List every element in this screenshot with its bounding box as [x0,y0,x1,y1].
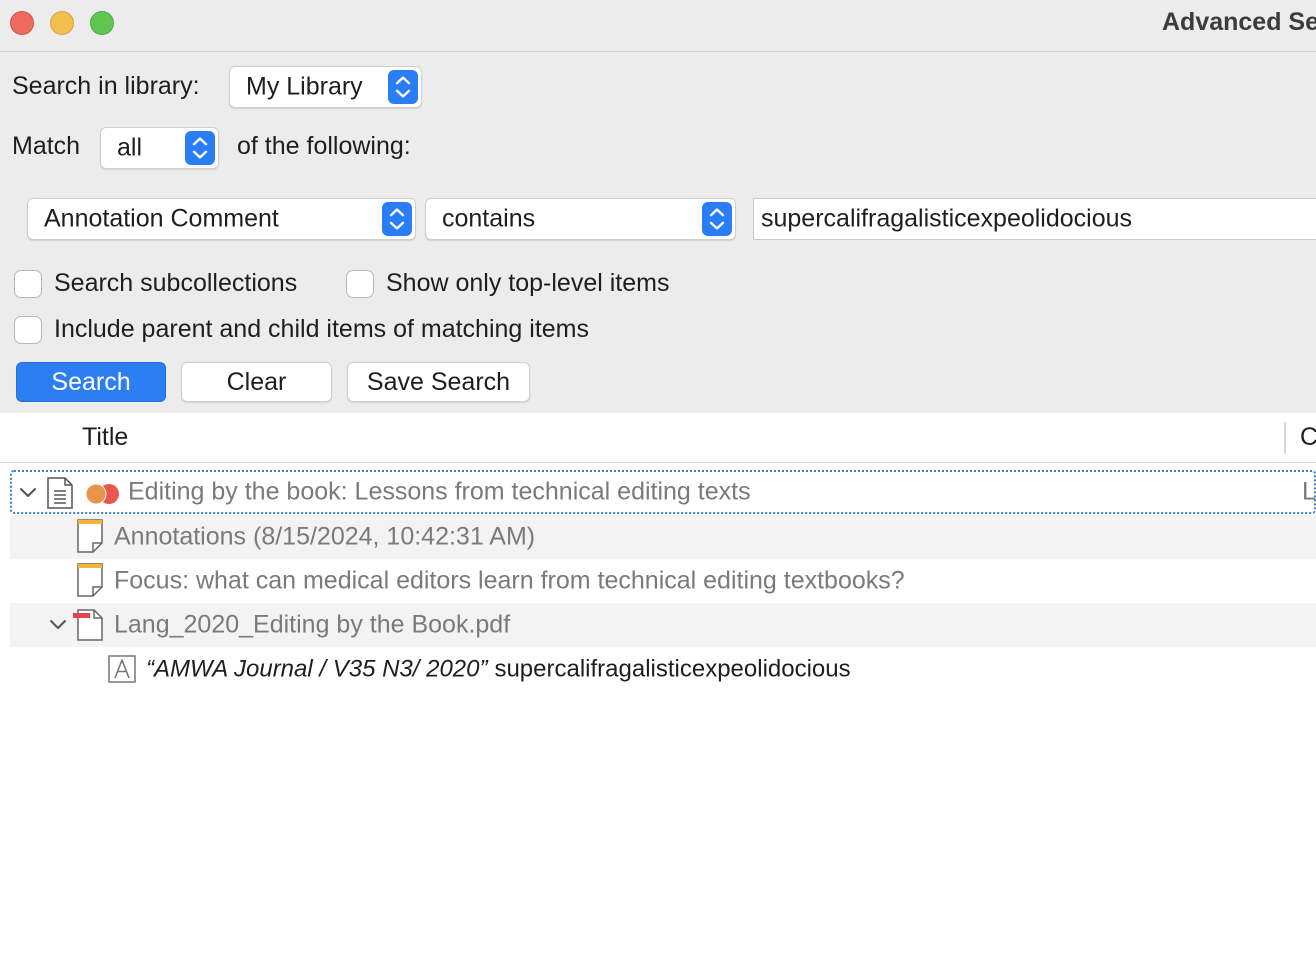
chevron-up-down-icon [382,202,412,236]
following-label: of the following: [237,132,411,160]
library-label: Search in library: [12,72,200,100]
search-panel: Search in library: My Library Match all … [0,52,1316,413]
colored-tags-icon [85,483,119,505]
row-title: Focus: what can medical editors learn fr… [114,566,905,595]
condition-value-input[interactable]: supercalifragalisticexpeolidocious [753,198,1316,240]
annotation-text: “AMWA Journal / V35 N3/ 2020” supercalif… [146,655,851,684]
include-parent-child-checkbox[interactable] [14,316,42,344]
title-column-header[interactable]: Title [82,423,128,452]
show-top-level-label[interactable]: Show only top-level items [386,269,669,298]
pdf-attachment-icon [73,609,103,641]
search-subcollections-checkbox[interactable] [14,270,42,298]
library-select-value: My Library [246,72,363,101]
search-button[interactable]: Search [16,362,166,402]
clear-button[interactable]: Clear [181,362,332,402]
close-icon[interactable] [10,11,34,35]
results-list: Title C Editing by the book: Lessons fro… [0,413,1316,970]
window-title: Advanced Se [1162,8,1316,36]
table-row-annotation[interactable]: “AMWA Journal / V35 N3/ 2020” supercalif… [10,647,1316,691]
match-select-value: all [117,133,143,162]
table-row-attachment[interactable]: Lang_2020_Editing by the Book.pdf [10,603,1316,647]
chevron-up-down-icon [388,70,418,104]
table-row-note[interactable]: Annotations (8/15/2024, 10:42:31 AM) [10,515,1316,559]
table-row-note[interactable]: Focus: what can medical editors learn fr… [10,559,1316,603]
document-icon [47,477,73,509]
chevron-down-icon[interactable] [48,617,68,633]
condition-field-value: Annotation Comment [44,204,279,233]
note-icon [77,519,103,553]
match-label: Match [12,132,81,160]
search-subcollections-label[interactable]: Search subcollections [54,269,297,298]
chevron-down-icon[interactable] [18,485,38,501]
library-select[interactable]: My Library [229,66,422,108]
chevron-up-down-icon [702,202,732,236]
row-extra-column: L [1302,477,1316,506]
note-icon [77,563,103,597]
next-column-header[interactable]: C [1300,423,1316,452]
annotation-comment: supercalifragalisticexpeolidocious [494,655,851,683]
condition-value-text: supercalifragalisticexpeolidocious [761,204,1133,233]
minimize-icon[interactable] [50,11,74,35]
save-search-button[interactable]: Save Search [347,362,530,402]
table-row-parent-item[interactable]: Editing by the book: Lessons from techni… [10,470,1316,514]
zoom-icon[interactable] [90,11,114,35]
annotation-quote: “AMWA Journal / V35 N3/ 2020” [146,655,488,683]
match-select[interactable]: all [100,127,219,169]
condition-operator-value: contains [442,204,536,233]
row-title: Annotations (8/15/2024, 10:42:31 AM) [114,522,536,551]
column-header: Title C [0,413,1316,463]
row-title: Editing by the book: Lessons from techni… [128,477,751,506]
show-top-level-checkbox[interactable] [346,270,374,298]
row-title: Lang_2020_Editing by the Book.pdf [114,610,511,639]
include-parent-child-label[interactable]: Include parent and child items of matchi… [54,315,589,344]
chevron-up-down-icon [185,131,215,165]
text-annotation-icon [108,655,136,683]
title-bar: Advanced Se [0,0,1316,52]
column-divider[interactable] [1284,422,1286,454]
condition-operator-select[interactable]: contains [425,198,736,240]
condition-field-select[interactable]: Annotation Comment [27,198,416,240]
